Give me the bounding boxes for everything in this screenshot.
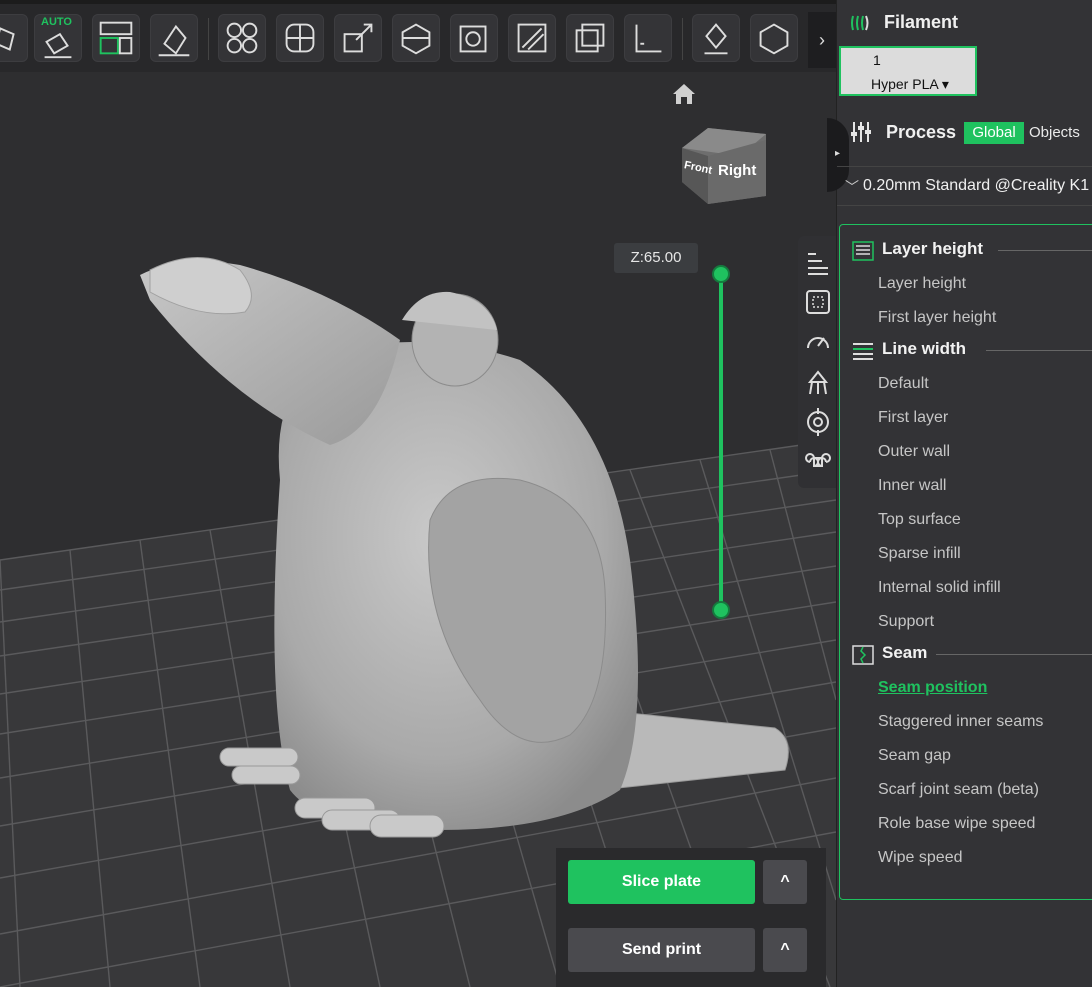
section-divider <box>936 654 1092 655</box>
seam-icon <box>852 645 874 665</box>
option-layer-height[interactable]: Layer height <box>878 275 966 293</box>
filament-header: Filament <box>837 0 1092 44</box>
view-tools-column <box>798 236 836 488</box>
auto-label: AUTO <box>41 16 72 28</box>
split-parts-icon[interactable] <box>276 14 324 62</box>
option-first-layer[interactable]: First layer <box>878 409 948 427</box>
option-default[interactable]: Default <box>878 375 929 393</box>
section-line-width: Line width <box>852 339 1092 363</box>
section-divider <box>998 250 1092 251</box>
option-sparse-infill[interactable]: Sparse infill <box>878 545 961 563</box>
layer-height-icon <box>852 241 874 261</box>
layers-view-icon[interactable] <box>804 248 832 276</box>
filament-title: Filament <box>884 12 959 32</box>
view-cube[interactable]: Front Right <box>680 126 770 210</box>
support-tree-icon[interactable] <box>804 368 832 396</box>
toolbar-expand-icon[interactable]: › <box>808 12 836 68</box>
option-first-layer-height[interactable]: First layer height <box>878 309 996 327</box>
option-internal-solid-infill[interactable]: Internal solid infill <box>878 579 1001 597</box>
option-inner-wall[interactable]: Inner wall <box>878 477 946 495</box>
send-options-button[interactable]: ^ <box>763 928 807 972</box>
filament-slot-1[interactable]: 1 Hyper PLA ▾ <box>839 46 977 96</box>
option-support[interactable]: Support <box>878 613 934 631</box>
app-window: AUTO › Front Right Z:65.00 Slice plate ^… <box>0 0 1092 987</box>
z-height-readout: Z:65.00 <box>614 243 698 273</box>
filament-name-dropdown[interactable]: Hyper PLA ▾ <box>871 76 949 93</box>
section-title: Line width <box>882 339 967 358</box>
section-layer-height: Layer height <box>852 239 1092 263</box>
section-divider <box>986 350 1092 351</box>
filament-icon <box>851 15 869 31</box>
option-seam-position[interactable]: Seam position <box>878 679 987 697</box>
layer-slider-track[interactable] <box>719 274 723 610</box>
option-scarf-joint-seam[interactable]: Scarf joint seam (beta) <box>878 781 1039 799</box>
process-preset-dropdown[interactable]: ﹀ 0.20mm Standard @Creality K1 <box>837 166 1092 206</box>
boolean-icon[interactable] <box>450 14 498 62</box>
speed-gauge-icon[interactable] <box>804 328 832 356</box>
3d-viewport[interactable]: AUTO › Front Right Z:65.00 Slice plate ^… <box>0 0 836 987</box>
toolbar-divider <box>682 18 683 60</box>
tab-objects[interactable]: Objects <box>1029 122 1080 144</box>
settings-side-panel: Filament 1 Hyper PLA ▾ ▸ Process Global … <box>827 0 1092 987</box>
option-top-surface[interactable]: Top surface <box>878 511 961 529</box>
filament-slot-number: 1 <box>873 52 881 68</box>
slice-action-area: Slice plate ^ Send print ^ <box>556 848 826 987</box>
measure-icon[interactable] <box>624 14 672 62</box>
command-icon[interactable] <box>804 448 832 476</box>
option-staggered-inner-seams[interactable]: Staggered inner seams <box>878 713 1043 731</box>
cube-right-label: Right <box>718 162 757 179</box>
target-icon[interactable] <box>804 408 832 436</box>
scale-icon[interactable] <box>334 14 382 62</box>
support-paint-icon[interactable] <box>508 14 556 62</box>
split-objects-icon[interactable] <box>218 14 266 62</box>
layer-slider-bottom-handle[interactable] <box>712 601 730 619</box>
process-title: Process <box>886 122 957 142</box>
option-outer-wall[interactable]: Outer wall <box>878 443 950 461</box>
layer-slider-top-handle[interactable] <box>712 265 730 283</box>
chevron-down-icon: ﹀ <box>845 179 859 195</box>
settings-list: Layer height Layer height First layer he… <box>839 224 1092 900</box>
assembly-icon[interactable] <box>750 14 798 62</box>
tab-global[interactable]: Global <box>964 122 1024 144</box>
option-wipe-speed[interactable]: Wipe speed <box>878 849 963 867</box>
line-width-icon <box>853 343 873 360</box>
section-seam: Seam <box>852 643 1092 667</box>
cut-icon[interactable] <box>392 14 440 62</box>
top-toolbar: AUTO › <box>0 0 836 72</box>
arrange-icon[interactable] <box>92 14 140 62</box>
option-seam-gap[interactable]: Seam gap <box>878 747 951 765</box>
section-title: Seam <box>882 643 928 662</box>
auto-orient-button[interactable]: AUTO <box>34 14 82 62</box>
seam-paint-icon[interactable] <box>566 14 614 62</box>
toolbar-divider <box>208 18 209 60</box>
send-print-button[interactable]: Send print <box>568 928 755 972</box>
lay-on-face-icon[interactable] <box>150 14 198 62</box>
section-title: Layer height <box>882 239 984 258</box>
preset-name: 0.20mm Standard @Creality K1 <box>863 177 1090 194</box>
add-object-icon[interactable] <box>0 14 28 62</box>
option-role-base-wipe-speed[interactable]: Role base wipe speed <box>878 815 1035 833</box>
color-paint-icon[interactable] <box>692 14 740 62</box>
bounding-box-icon[interactable] <box>804 288 832 316</box>
process-icon <box>851 122 871 142</box>
slice-plate-button[interactable]: Slice plate <box>568 860 755 904</box>
home-icon[interactable] <box>670 82 698 106</box>
slice-options-button[interactable]: ^ <box>763 860 807 904</box>
